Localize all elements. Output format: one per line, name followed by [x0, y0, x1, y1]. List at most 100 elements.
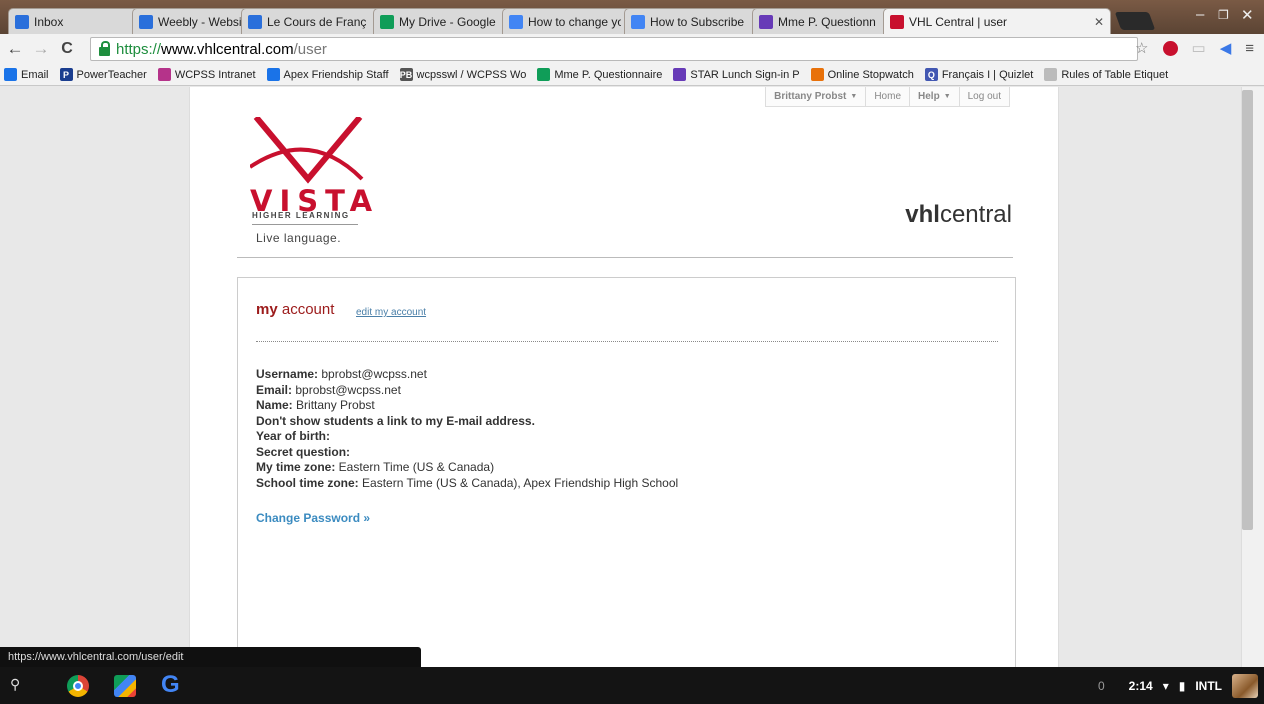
bookmarks-bar: Email P PowerTeacher WCPSS Intranet Apex Fri… — [0, 64, 1264, 86]
docs-icon — [509, 14, 523, 29]
reload-icon[interactable]: C — [56, 40, 78, 58]
close-window-icon[interactable]: ✕ — [1241, 6, 1254, 24]
email-visibility-setting: Don't show students a link to my E-mail … — [256, 413, 535, 428]
username-value: bprobst@wcpss.net — [318, 367, 427, 381]
vhl-icon — [890, 14, 904, 29]
sites-icon — [266, 68, 280, 81]
forms-icon — [673, 68, 687, 81]
scrollbar-thumb[interactable] — [1242, 90, 1253, 530]
bookmark-item[interactable]: Email — [4, 68, 49, 81]
battery-icon: ▮ — [1178, 679, 1186, 693]
logo-divider — [252, 224, 358, 225]
close-tab-icon[interactable]: ✕ — [1094, 15, 1104, 29]
sheets-icon — [537, 68, 551, 81]
vista-logo-icon — [250, 117, 364, 184]
chrome-icon[interactable] — [67, 675, 89, 697]
bookmark-item[interactable]: Mme P. Questionnaire — [537, 68, 662, 81]
bookmark-item[interactable]: Rules of Table Etiquet — [1044, 68, 1168, 81]
user-menu[interactable]: Brittany Probst ▼ — [766, 87, 865, 106]
menu-icon[interactable]: ≡ — [1245, 40, 1254, 57]
minimize-icon[interactable]: – — [1196, 6, 1204, 23]
bookmark-item[interactable]: PB wcpsswl / WCPSS Wo — [399, 68, 527, 81]
school-timezone-value: Eastern Time (US & Canada), Apex Friends… — [358, 475, 679, 490]
bookmark-label: Rules of Table Etiquet — [1061, 68, 1169, 81]
timezone-label: My time zone: — [256, 460, 336, 474]
timezone-row: My time zone: Eastern Time (US & Canada) — [256, 460, 678, 476]
title-bold: my — [256, 301, 278, 318]
edit-account-link[interactable]: edit my account — [356, 307, 426, 318]
lock-icon — [99, 40, 110, 56]
page-viewport: Brittany Probst ▼ Home Help ▼ Log out VIST… — [0, 87, 1241, 667]
year-of-birth-row: Year of birth: — [256, 429, 331, 443]
page-content: Brittany Probst ▼ Home Help ▼ Log out VIST… — [189, 87, 1059, 667]
address-bar[interactable]: https://www.vhlcentral.com/user — [90, 37, 1138, 61]
bookmark-item[interactable]: Q Français I | Quizlet — [924, 68, 1034, 81]
system-tray[interactable]: 0 2:14 ▾ ▮ INTL — [1098, 674, 1258, 698]
tab-title: Inbox — [34, 14, 64, 29]
pbworks-icon: PB — [399, 68, 413, 81]
secret-question-row: Secret question: — [256, 444, 351, 459]
tab-4[interactable]: How to change yo✕ — [502, 8, 642, 34]
globe-icon — [4, 68, 17, 81]
bookmark-item[interactable]: Apex Friendship Staff — [266, 68, 389, 81]
bookmark-label: Email — [21, 68, 49, 81]
back-icon[interactable]: ← — [4, 39, 26, 59]
notification-count[interactable]: 0 — [1098, 679, 1105, 693]
weebly-icon — [248, 14, 262, 29]
bookmark-label: Français I | Quizlet — [941, 68, 1034, 81]
bookmark-label: Online Stopwatch — [827, 68, 914, 81]
bookmark-star-icon[interactable]: ☆ — [1135, 39, 1148, 57]
tab-strip: Inbox ✕ Weebly - Website C ✕ Le Cours de Fra… — [0, 0, 1264, 34]
bookmark-item[interactable]: Online Stopwatch — [810, 68, 914, 81]
dotted-divider — [256, 341, 998, 342]
tab-title: How to Subscribe — [650, 14, 745, 29]
cast-icon[interactable]: ▭ — [1192, 39, 1206, 57]
weebly-icon — [139, 14, 153, 29]
maps-icon[interactable] — [114, 675, 136, 697]
caret-down-icon: ▼ — [850, 93, 858, 100]
timezone-value: Eastern Time (US & Canada) — [335, 460, 495, 474]
logout-link[interactable]: Log out — [958, 87, 1009, 106]
tab-title: VHL Central | user — [909, 14, 1008, 29]
megaphone-icon[interactable]: ◀ — [1220, 39, 1232, 57]
forms-icon — [759, 14, 773, 29]
email-value: bprobst@wcpss.net — [292, 382, 401, 397]
tab-6[interactable]: Mme P. Questionn✕ — [752, 8, 900, 34]
tab-title: How to change yo — [528, 14, 621, 29]
quizlet-icon: Q — [924, 68, 938, 81]
bookmark-item[interactable]: STAR Lunch Sign-in P — [673, 68, 800, 81]
bookmark-label: wcpsswl / WCPSS Wo — [416, 68, 527, 81]
user-name: Brittany Probst — [774, 91, 847, 102]
restore-icon[interactable]: ❐ — [1218, 8, 1229, 22]
name-value: Brittany Probst — [292, 398, 375, 412]
school-timezone-label: School time zone: — [256, 475, 359, 490]
user-bar: Brittany Probst ▼ Home Help ▼ Log out — [765, 87, 1010, 107]
bookmark-item[interactable]: WCPSS Intranet — [157, 68, 256, 81]
change-password-link[interactable]: Change Password » — [256, 511, 370, 525]
forward-icon[interactable]: → — [30, 39, 52, 59]
higher-learning-text: HIGHER LEARNING — [252, 211, 350, 220]
name-row: Name: Brittany Probst — [256, 398, 678, 414]
drive-icon — [380, 14, 394, 29]
new-tab-button[interactable] — [1114, 12, 1156, 30]
bookmark-label: PowerTeacher — [76, 68, 147, 81]
url-host: www.vhlcentral.com — [161, 40, 294, 58]
tab-title: Mme P. Questionn — [778, 14, 876, 29]
tab-3[interactable]: My Drive - Google✕ — [373, 8, 520, 34]
home-link[interactable]: Home — [865, 87, 909, 106]
status-bubble: https://www.vhlcentral.com/user/edit — [0, 647, 421, 667]
powerteacher-icon: P — [59, 68, 73, 81]
tab-title: Weebly - Website C — [158, 14, 248, 29]
extension-icon[interactable] — [1162, 40, 1178, 56]
tagline: Live language. — [256, 231, 342, 245]
bookmark-item[interactable]: P PowerTeacher — [59, 68, 147, 81]
google-icon[interactable]: G — [161, 671, 180, 699]
tab-7[interactable]: VHL Central | user ✕ — [883, 8, 1111, 34]
avatar[interactable] — [1232, 674, 1258, 698]
tab-2[interactable]: Le Cours de Franç✕ — [241, 8, 391, 34]
username-label: Username: — [256, 367, 319, 381]
help-menu[interactable]: Help ▼ — [909, 87, 959, 106]
bookmark-label: STAR Lunch Sign-in P — [690, 68, 800, 81]
search-icon[interactable]: ⚲ — [10, 676, 30, 696]
tab-5[interactable]: How to Subscribe✕ — [624, 8, 769, 34]
